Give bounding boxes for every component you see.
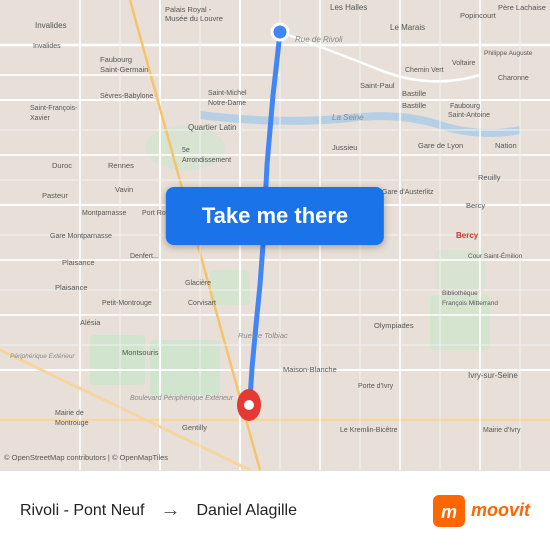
- svg-text:Rue de Tolbiac: Rue de Tolbiac: [238, 331, 288, 340]
- svg-text:Voltaire: Voltaire: [452, 60, 475, 67]
- take-me-there-button[interactable]: Take me there: [166, 187, 384, 245]
- svg-text:Gare Montparnasse: Gare Montparnasse: [50, 233, 112, 240]
- svg-text:Petit-Montrouge: Petit-Montrouge: [102, 300, 152, 307]
- svg-text:Faubourg: Faubourg: [100, 55, 132, 64]
- svg-text:Duroc: Duroc: [52, 161, 72, 170]
- svg-text:Popincourt: Popincourt: [460, 11, 497, 20]
- svg-text:Notre-Dame: Notre-Dame: [208, 100, 246, 107]
- svg-text:Chemin Vert: Chemin Vert: [405, 67, 444, 74]
- svg-text:Montparnasse: Montparnasse: [82, 210, 126, 217]
- svg-text:Gentilly: Gentilly: [182, 423, 207, 432]
- svg-text:Mairie d'Ivry: Mairie d'Ivry: [483, 427, 521, 434]
- destination-label: Daniel Alagille: [197, 502, 298, 520]
- svg-text:Maison-Blanche: Maison-Blanche: [283, 365, 337, 374]
- svg-text:Le Kremlin-Bicêtre: Le Kremlin-Bicêtre: [340, 427, 398, 434]
- svg-text:Montrouge: Montrouge: [55, 420, 89, 427]
- svg-text:Quartier Latin: Quartier Latin: [188, 123, 236, 132]
- svg-text:Montsouris: Montsouris: [122, 348, 159, 357]
- svg-text:Pasteur: Pasteur: [42, 191, 68, 200]
- svg-text:Bastille: Bastille: [402, 101, 426, 110]
- svg-text:Vavin: Vavin: [115, 185, 133, 194]
- svg-text:Alésia: Alésia: [80, 318, 101, 327]
- bottom-bar: Rivoli - Pont Neuf → Daniel Alagille m m…: [0, 470, 550, 550]
- svg-text:Périphérique Extérieur: Périphérique Extérieur: [10, 353, 76, 360]
- svg-text:Sèvres-Babylone: Sèvres-Babylone: [100, 93, 153, 100]
- moovit-logo: m moovit: [433, 495, 530, 527]
- svg-text:Denfert...: Denfert...: [130, 253, 159, 260]
- svg-text:Arrondissement: Arrondissement: [182, 157, 231, 164]
- svg-text:La Seine: La Seine: [332, 113, 364, 122]
- arrow-icon: →: [161, 499, 181, 522]
- svg-text:Saint-Germain: Saint-Germain: [100, 65, 148, 74]
- svg-text:Rue de Rivoli: Rue de Rivoli: [295, 35, 343, 44]
- svg-text:Saint-Paul: Saint-Paul: [360, 81, 395, 90]
- svg-text:m: m: [441, 502, 457, 522]
- svg-text:Invalides: Invalides: [33, 43, 61, 50]
- svg-text:Plaisance: Plaisance: [62, 258, 95, 267]
- svg-text:Glacière: Glacière: [185, 280, 211, 287]
- moovit-text: moovit: [471, 500, 530, 521]
- svg-text:Bibliothèque: Bibliothèque: [442, 290, 478, 297]
- svg-text:Palais Royal -: Palais Royal -: [165, 5, 212, 14]
- svg-text:Musée du Louvre: Musée du Louvre: [165, 14, 223, 23]
- svg-text:Reuilly: Reuilly: [478, 173, 501, 182]
- svg-text:Jussieu: Jussieu: [332, 143, 357, 152]
- svg-text:Les Halles: Les Halles: [330, 3, 367, 12]
- svg-text:Saint-Antoine: Saint-Antoine: [448, 112, 490, 119]
- svg-text:Mairie de: Mairie de: [55, 410, 84, 417]
- svg-text:François Mitterrand: François Mitterrand: [442, 300, 498, 307]
- svg-text:Olympiades: Olympiades: [374, 321, 414, 330]
- svg-text:Boulevard Périphérique Extérie: Boulevard Périphérique Extérieur: [130, 395, 234, 402]
- svg-text:Charonne: Charonne: [498, 75, 529, 82]
- moovit-icon: m: [433, 495, 465, 527]
- svg-text:5e: 5e: [182, 147, 190, 154]
- svg-text:Bastille: Bastille: [402, 89, 426, 98]
- svg-text:Père Lachaise: Père Lachaise: [498, 3, 546, 12]
- svg-text:Gare de Lyon: Gare de Lyon: [418, 141, 463, 150]
- svg-text:Bercy: Bercy: [456, 231, 479, 240]
- origin-label: Rivoli - Pont Neuf: [20, 502, 145, 520]
- svg-text:Cour Saint-Émilion: Cour Saint-Émilion: [468, 251, 523, 260]
- map-container: Invalides Invalides Palais Royal - Musée…: [0, 0, 550, 470]
- svg-text:Porte d'Ivry: Porte d'Ivry: [358, 383, 394, 390]
- svg-text:Bercy: Bercy: [466, 201, 485, 210]
- svg-text:Rennes: Rennes: [108, 161, 134, 170]
- svg-text:Le Marais: Le Marais: [390, 23, 425, 32]
- svg-text:Philippe Auguste: Philippe Auguste: [484, 50, 533, 57]
- svg-text:Saint-Michel: Saint-Michel: [208, 90, 247, 97]
- svg-text:Saint-François-: Saint-François-: [30, 105, 78, 112]
- svg-text:Plaisance: Plaisance: [55, 283, 88, 292]
- svg-text:Corvisart: Corvisart: [188, 300, 216, 307]
- svg-text:Invalides: Invalides: [35, 21, 67, 30]
- svg-text:Nation: Nation: [495, 141, 517, 150]
- svg-text:Ivry-sur-Seine: Ivry-sur-Seine: [468, 371, 518, 380]
- svg-text:Xavier: Xavier: [30, 115, 51, 122]
- svg-text:Gare d'Austerlitz: Gare d'Austerlitz: [382, 189, 434, 196]
- svg-text:© OpenStreetMap contributors |: © OpenStreetMap contributors | © OpenMap…: [4, 453, 168, 462]
- svg-text:Faubourg: Faubourg: [450, 103, 480, 110]
